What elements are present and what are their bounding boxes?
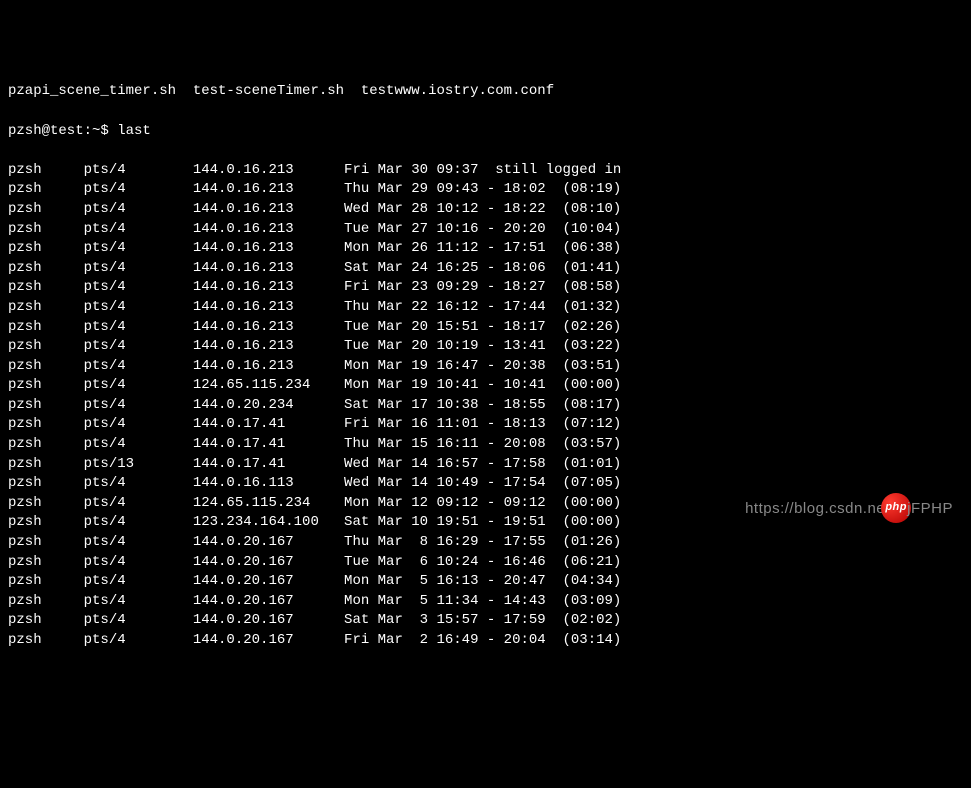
- login-record: pzsh pts/4 144.0.17.41 Fri Mar 16 11:01 …: [8, 415, 963, 435]
- login-record: pzsh pts/4 144.0.16.213 Sat Mar 24 16:25…: [8, 259, 963, 279]
- watermark-url-post: jFPHP: [907, 498, 953, 519]
- login-record: pzsh pts/4 144.0.16.213 Fri Mar 23 09:29…: [8, 278, 963, 298]
- login-record: pzsh pts/4 144.0.16.113 Wed Mar 14 10:49…: [8, 474, 963, 494]
- login-record: pzsh pts/4 144.0.20.167 Thu Mar 8 16:29 …: [8, 533, 963, 553]
- prompt-line[interactable]: pzsh@test:~$ last: [8, 122, 963, 142]
- login-record: pzsh pts/4 144.0.16.213 Fri Mar 30 09:37…: [8, 161, 963, 181]
- login-record: pzsh pts/4 144.0.20.167 Fri Mar 2 16:49 …: [8, 631, 963, 651]
- login-record: pzsh pts/4 144.0.16.213 Thu Mar 22 16:12…: [8, 298, 963, 318]
- last-output: pzsh pts/4 144.0.16.213 Fri Mar 30 09:37…: [8, 161, 963, 651]
- login-record: pzsh pts/13 144.0.17.41 Wed Mar 14 16:57…: [8, 455, 963, 475]
- login-record: pzsh pts/4 144.0.20.167 Mon Mar 5 11:34 …: [8, 592, 963, 612]
- login-record: pzsh pts/4 144.0.20.167 Mon Mar 5 16:13 …: [8, 572, 963, 592]
- watermark-url-pre: https://blog.csdn.ne: [745, 498, 885, 519]
- login-record: pzsh pts/4 144.0.17.41 Thu Mar 15 16:11 …: [8, 435, 963, 455]
- login-record: pzsh pts/4 144.0.20.167 Sat Mar 3 15:57 …: [8, 611, 963, 631]
- command-text: last: [117, 123, 151, 139]
- login-record: pzsh pts/4 144.0.16.213 Mon Mar 19 16:47…: [8, 357, 963, 377]
- login-record: pzsh pts/4 144.0.20.167 Tue Mar 6 10:24 …: [8, 553, 963, 573]
- login-record: pzsh pts/4 124.65.115.234 Mon Mar 19 10:…: [8, 376, 963, 396]
- login-record: pzsh pts/4 144.0.16.213 Tue Mar 20 10:19…: [8, 337, 963, 357]
- login-record: pzsh pts/4 144.0.16.213 Wed Mar 28 10:12…: [8, 200, 963, 220]
- watermark: https://blog.csdn.ne php jFPHP: [745, 493, 953, 523]
- login-record: pzsh pts/4 144.0.16.213 Tue Mar 20 15:51…: [8, 318, 963, 338]
- login-record: pzsh pts/4 144.0.16.213 Tue Mar 27 10:16…: [8, 220, 963, 240]
- shell-prompt: pzsh@test:~$: [8, 123, 117, 139]
- login-record: pzsh pts/4 144.0.20.234 Sat Mar 17 10:38…: [8, 396, 963, 416]
- login-record: pzsh pts/4 144.0.16.213 Thu Mar 29 09:43…: [8, 180, 963, 200]
- files-listing: pzapi_scene_timer.sh test-sceneTimer.sh …: [8, 82, 963, 102]
- login-record: pzsh pts/4 144.0.16.213 Mon Mar 26 11:12…: [8, 239, 963, 259]
